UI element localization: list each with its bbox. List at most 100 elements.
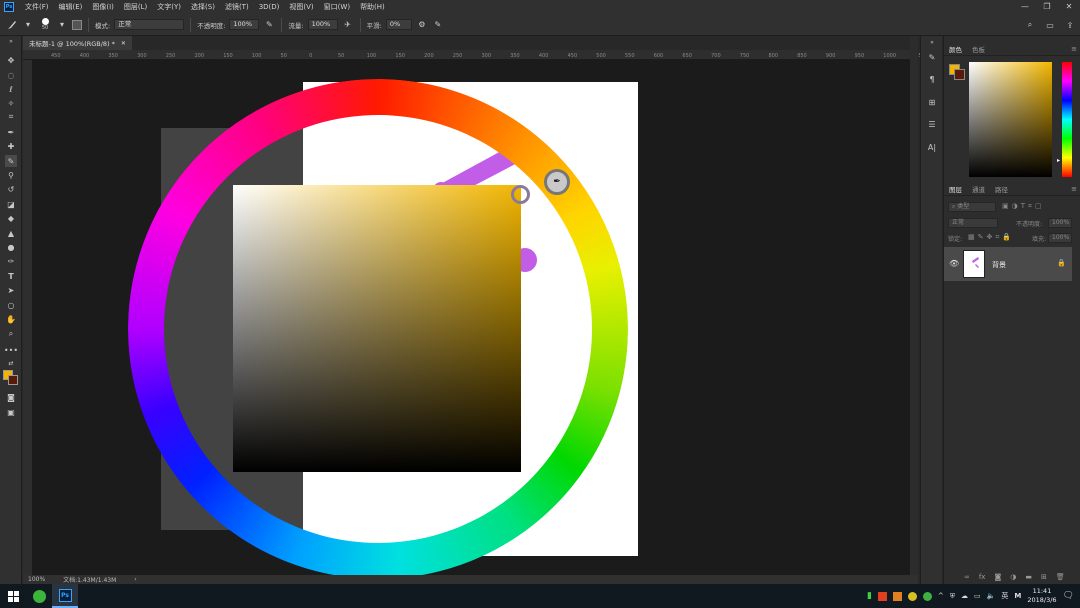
collapse-icon[interactable]: » (5, 38, 17, 45)
app-tray-icon-orange[interactable] (892, 591, 902, 601)
hud-saturation-square[interactable] (233, 185, 521, 472)
menu-help[interactable]: 帮助(H) (355, 2, 390, 12)
magic-wand-tool-icon[interactable]: ✧ (5, 97, 17, 109)
canvas-area[interactable]: ✒ (33, 60, 910, 575)
menu-view[interactable]: 视图(V) (284, 2, 318, 12)
app-tray-icon-yellow[interactable] (907, 591, 917, 601)
crop-tool-icon[interactable]: ⌗ (5, 111, 17, 123)
chevron-right-icon[interactable]: › (134, 576, 136, 583)
quick-mask-icon[interactable]: ◙ (5, 391, 17, 403)
chevron-up-icon[interactable]: ^ (938, 592, 944, 600)
flow-input[interactable]: 100% (307, 19, 338, 30)
menu-select[interactable]: 选择(S) (186, 2, 220, 12)
windows-start-icon[interactable] (0, 584, 26, 608)
layer-opacity-input[interactable]: 100% (1048, 218, 1072, 228)
move-tool-icon[interactable]: ✥ (5, 54, 17, 66)
volume-icon[interactable]: 🔈 (987, 592, 996, 600)
eyedropper-tool-icon[interactable]: ✒ (5, 126, 17, 138)
link-layers-icon[interactable]: ∞ (964, 573, 970, 581)
menu-file[interactable]: 文件(F) (20, 2, 54, 12)
menu-type[interactable]: 文字(Y) (152, 2, 186, 12)
shape-tool-icon[interactable]: ○ (5, 299, 17, 311)
notification-icon[interactable]: 🗨 (1063, 591, 1074, 601)
menu-filter[interactable]: 滤镜(T) (220, 2, 254, 12)
menu-image[interactable]: 图像(I) (87, 2, 119, 12)
minimize-icon[interactable]: — (1014, 0, 1036, 14)
more-tools-icon[interactable]: ••• (4, 344, 18, 356)
lasso-tool-icon[interactable]: ℓ (5, 83, 17, 95)
battery-icon[interactable]: ▮ (867, 591, 872, 601)
stamp-tool-icon[interactable]: ⚲ (5, 169, 17, 181)
share-icon[interactable]: ⇪ (1064, 19, 1076, 31)
swap-colors-icon[interactable]: ⇄ (5, 360, 17, 367)
fx-icon[interactable]: fx (979, 573, 986, 581)
zoom-tool-icon[interactable]: ⌕ (5, 328, 17, 340)
background-color-swatch[interactable] (954, 69, 965, 80)
history-brush-tool-icon[interactable]: ↺ (5, 183, 17, 195)
ime-mode-indicator[interactable]: M (1014, 592, 1021, 600)
eraser-tool-icon[interactable]: ◪ (5, 198, 17, 210)
vertical-scrollbar[interactable] (910, 36, 918, 584)
type-tool-icon[interactable]: T (5, 270, 17, 282)
tab-layers[interactable]: 图层 (949, 184, 962, 194)
tab-channels[interactable]: 通道 (972, 184, 985, 194)
dodge-tool-icon[interactable]: ● (5, 241, 17, 253)
paint-bucket-tool-icon[interactable]: ◆ (5, 212, 17, 224)
healing-brush-tool-icon[interactable]: ✚ (5, 140, 17, 152)
menu-3d[interactable]: 3D(D) (254, 3, 285, 11)
chevron-down-icon[interactable]: ▾ (22, 19, 34, 31)
hue-selector-handle[interactable]: ✒ (544, 169, 570, 195)
hand-tool-icon[interactable]: ✋ (5, 313, 17, 325)
visibility-eye-icon[interactable]: 👁 (949, 259, 959, 268)
chevron-down-icon[interactable]: ▾ (56, 19, 68, 31)
brush-tool-icon[interactable]: ✎ (5, 155, 17, 167)
workspace-icon[interactable]: ▭ (1044, 19, 1056, 31)
tab-color[interactable]: 颜色 (949, 44, 962, 54)
restore-icon[interactable]: ❐ (1036, 0, 1058, 14)
menu-edit[interactable]: 编辑(E) (54, 2, 88, 12)
layer-row[interactable]: 👁 背景 🔒 (944, 247, 1072, 281)
tab-swatches[interactable]: 色板 (972, 44, 985, 54)
mode-select[interactable]: 正常 (114, 19, 185, 30)
character-icon[interactable]: A| (926, 141, 938, 153)
hue-slider-arrow-icon[interactable]: ▸ (1057, 157, 1060, 164)
path-selection-tool-icon[interactable]: ➤ (5, 284, 17, 296)
brush-size-picker[interactable]: 50 (38, 18, 52, 31)
shield-icon[interactable]: ⛨ (950, 592, 955, 601)
sv-selector-handle[interactable] (511, 185, 530, 204)
pressure-size-icon[interactable]: ✎ (432, 19, 444, 31)
layer-filter-select[interactable]: ⌕ 类型 (948, 202, 996, 212)
trash-icon[interactable]: 🗑 (1056, 573, 1065, 581)
document-tab[interactable]: 未标题-1 @ 100%(RGB/8) * ✕ (23, 36, 132, 50)
close-icon[interactable]: ✕ (121, 40, 126, 47)
opacity-input[interactable]: 100% (229, 19, 260, 30)
brush-settings-icon[interactable]: ✎ (926, 51, 938, 63)
gear-icon[interactable]: ⚙ (416, 19, 428, 31)
brush-tool-preset-icon[interactable] (6, 19, 18, 31)
ime-indicator[interactable]: 英 (1001, 591, 1008, 601)
panel-menu-icon[interactable]: ≡ (1071, 185, 1077, 193)
blend-mode-select[interactable]: 正常 (948, 218, 998, 228)
adjustments-icon[interactable]: ☰ (926, 118, 938, 130)
background-color-swatch[interactable] (8, 375, 18, 385)
app-tray-icon-red[interactable] (877, 591, 887, 601)
panel-menu-icon[interactable]: ≡ (1071, 45, 1077, 53)
hue-slider[interactable] (1062, 62, 1072, 177)
zoom-level[interactable]: 100% (28, 576, 45, 583)
fill-input[interactable]: 100% (1048, 233, 1072, 243)
adjustment-layer-icon[interactable]: ◑ (1010, 573, 1016, 581)
pressure-opacity-icon[interactable]: ✎ (263, 19, 275, 31)
new-layer-icon[interactable]: ⊞ (1041, 573, 1047, 581)
airbrush-icon[interactable]: ✈ (342, 19, 354, 31)
character-styles-icon[interactable]: ⊞ (926, 96, 938, 108)
cloud-icon[interactable]: ☁ (961, 592, 968, 600)
brush-settings-panel-icon[interactable] (72, 19, 82, 30)
tab-paths[interactable]: 路径 (995, 184, 1008, 194)
app-tray-icon-green[interactable] (922, 591, 932, 601)
pen-tool-icon[interactable]: ✑ (5, 255, 17, 267)
clock[interactable]: 11:41 2018/3/6 (1027, 587, 1056, 605)
new-group-icon[interactable]: ▬ (1025, 573, 1032, 581)
photoshop-taskbar-icon[interactable]: Ps (52, 584, 78, 608)
screen-mode-icon[interactable]: ▣ (5, 406, 17, 418)
paragraph-icon[interactable]: ¶ (926, 73, 938, 85)
